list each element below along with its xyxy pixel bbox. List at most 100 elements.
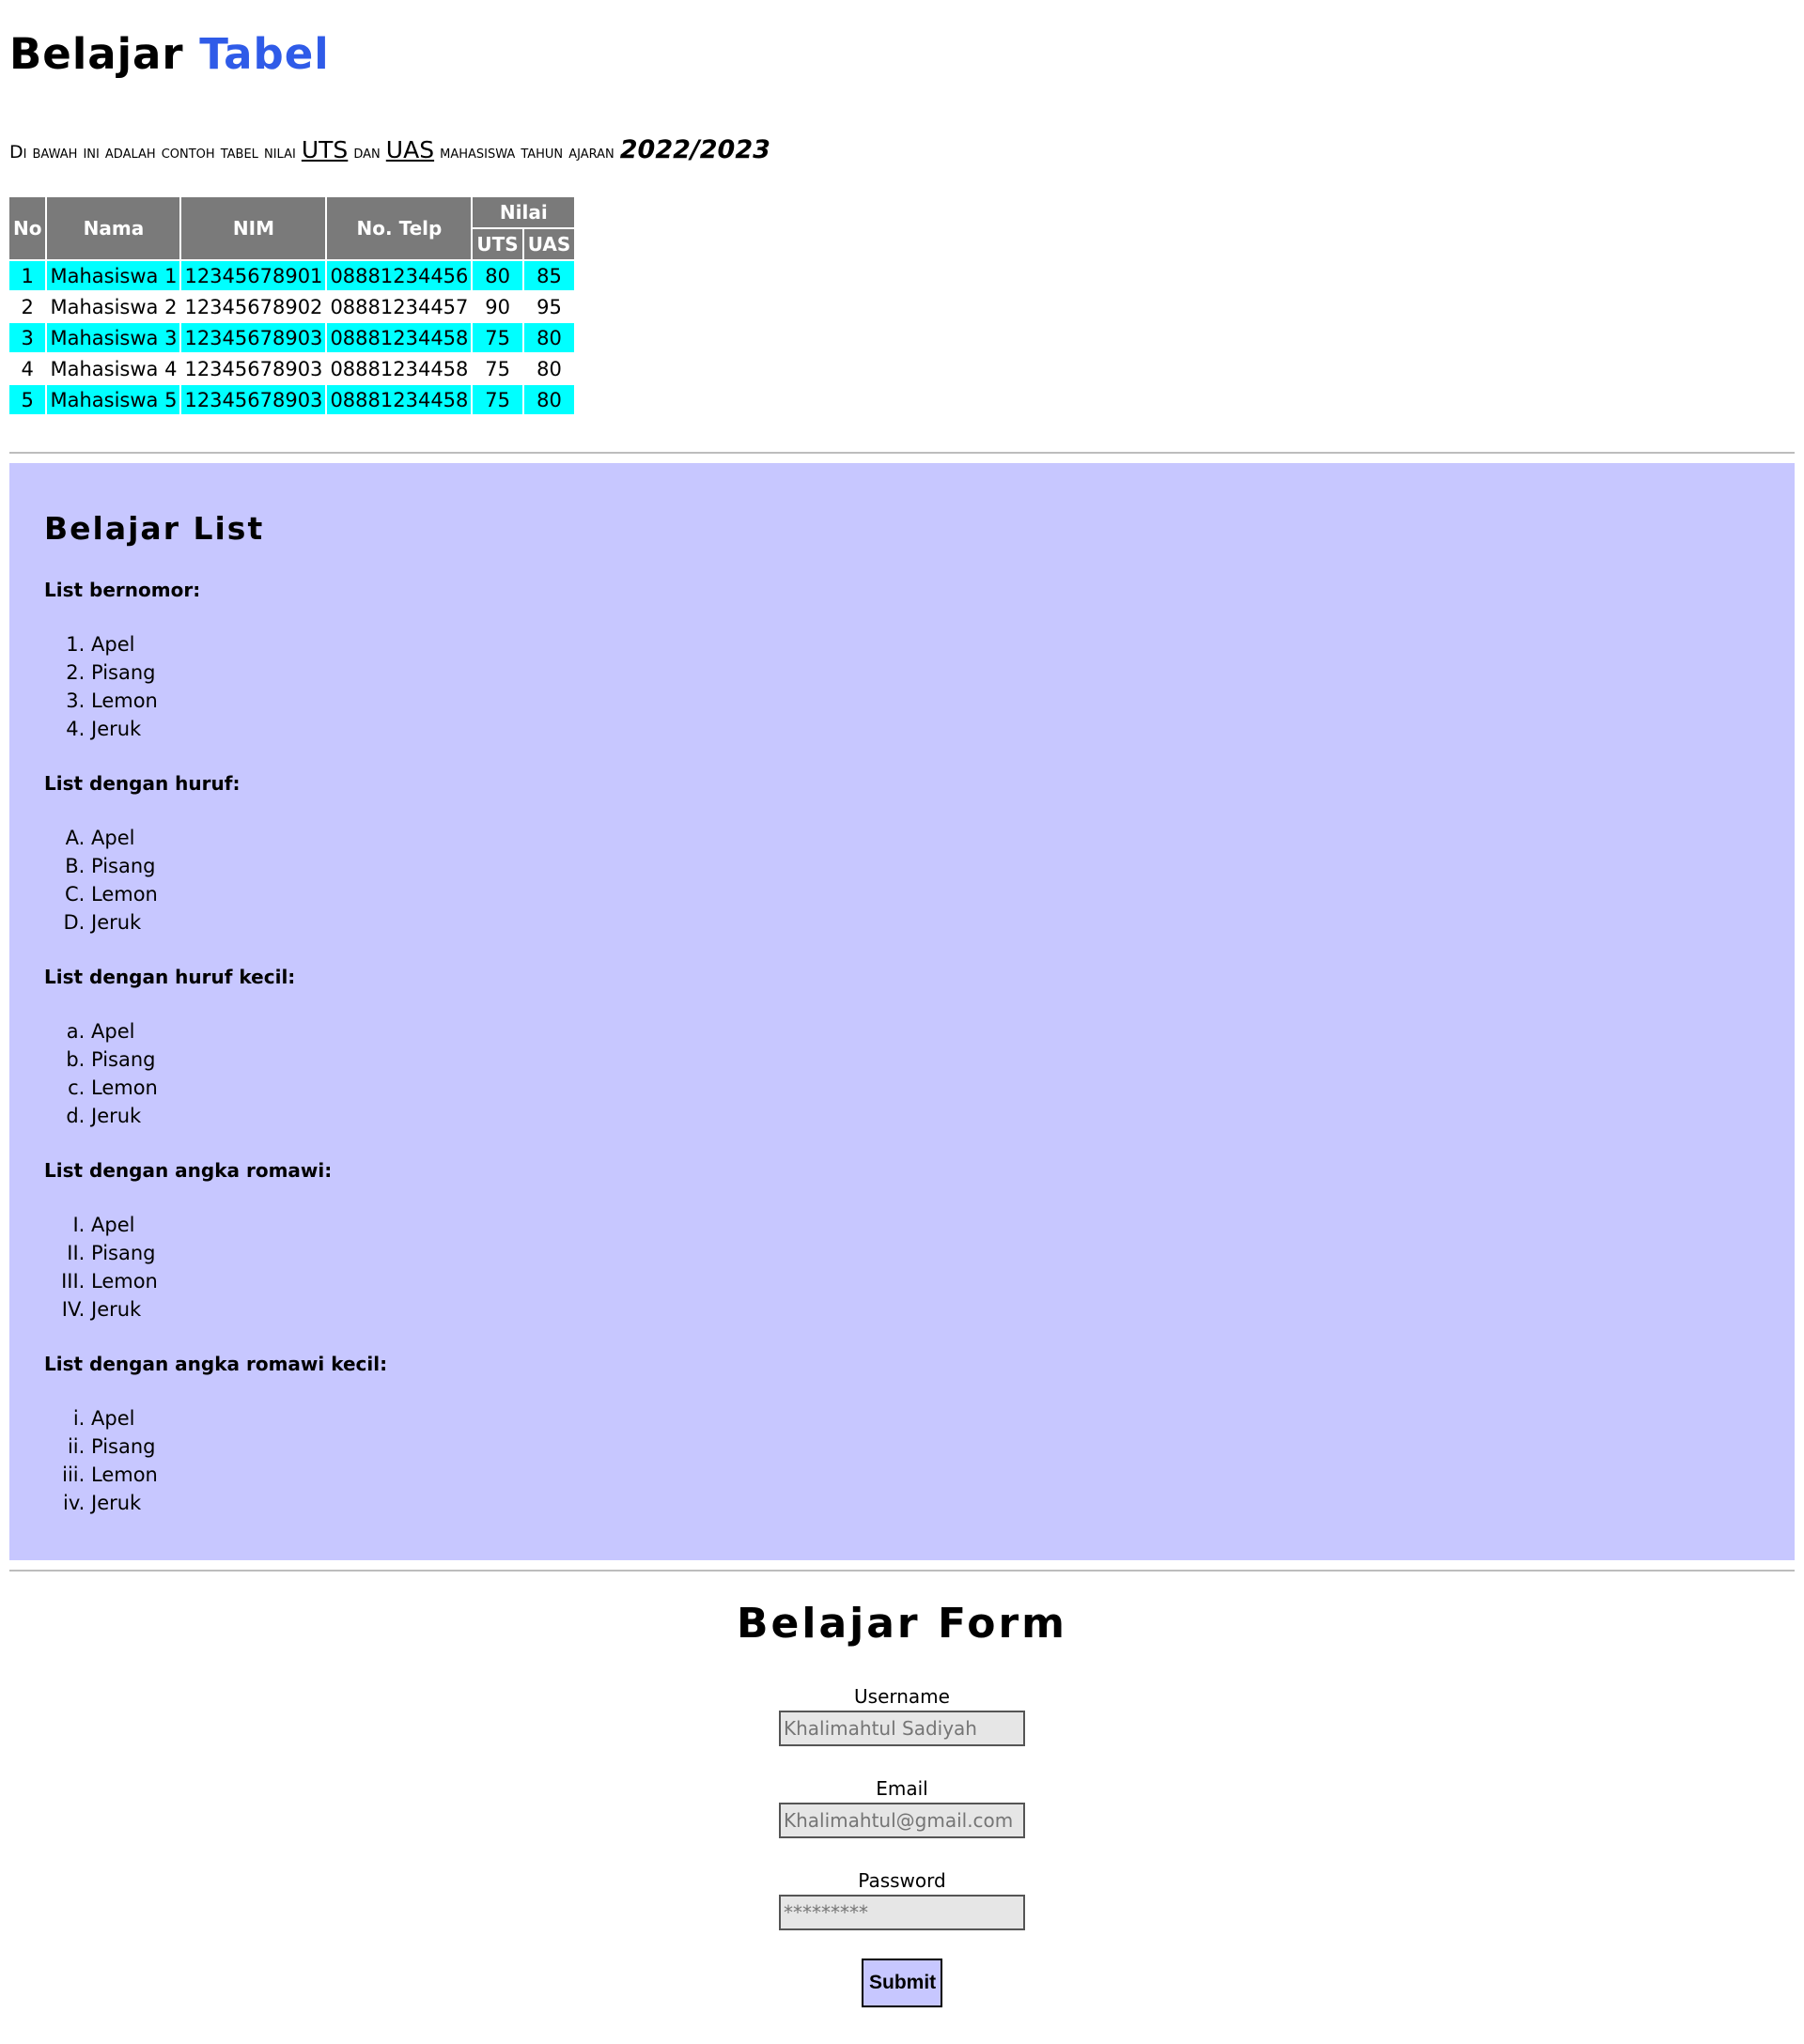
password-field-group: Password (9, 1868, 1795, 1930)
cell-nama: Mahasiswa 4 (50, 357, 178, 380)
username-input[interactable] (779, 1711, 1025, 1746)
list-item: Lemon (91, 880, 1760, 908)
page-title-accent: Tabel (199, 29, 330, 79)
upper-alpha-list: Apel Pisang Lemon Jeruk (44, 824, 1760, 937)
numbered-list: Apel Pisang Lemon Jeruk (44, 630, 1760, 743)
cell-no: 3 (9, 323, 46, 352)
header-uas: UAS (523, 229, 575, 259)
page-title-main: Belajar (9, 29, 184, 79)
list-item: Apel (91, 1211, 1760, 1239)
divider (9, 452, 1795, 454)
header-telp: No. Telp (327, 197, 472, 259)
table-header-row: No Nama NIM No. Telp Nilai (9, 197, 575, 259)
cell-uts: 80 (473, 261, 522, 290)
submit-button[interactable]: Submit (862, 1959, 942, 2007)
header-uts: UTS (473, 229, 522, 259)
cell-no: 4 (21, 357, 34, 380)
header-no: No (9, 197, 46, 259)
username-label: Username (854, 1685, 950, 1708)
list-item: Pisang (91, 1432, 1760, 1461)
header-nama: Nama (47, 197, 180, 259)
upper-roman-list: Apel Pisang Lemon Jeruk (44, 1211, 1760, 1324)
email-field-group: Email (9, 1776, 1795, 1838)
list-item: Apel (91, 630, 1760, 658)
cell-nim: 12345678902 (184, 295, 323, 318)
cell-nim: 12345678903 (181, 323, 326, 352)
cell-no: 1 (9, 261, 46, 290)
password-label: Password (858, 1869, 946, 1892)
cell-nim: 12345678903 (184, 357, 323, 380)
cell-uts: 75 (485, 357, 510, 380)
cell-no: 5 (9, 385, 46, 414)
list-heading-lower-roman: List dengan angka romawi kecil: (44, 1353, 388, 1375)
cell-uas: 85 (523, 261, 575, 290)
table-row: 4 Mahasiswa 4 12345678903 08881234458 75… (9, 354, 574, 383)
email-input[interactable] (779, 1803, 1025, 1838)
intro-text-1: Di bawah ini adalah contoh tabel nilai (9, 142, 296, 163)
form-title: Belajar Form (737, 1600, 1067, 1648)
cell-uts: 75 (473, 323, 522, 352)
list-item: Pisang (91, 1239, 1760, 1267)
cell-no: 2 (21, 295, 34, 318)
list-section-title: Belajar List (44, 510, 265, 547)
cell-uas: 95 (537, 295, 562, 318)
cell-uas: 80 (537, 357, 562, 380)
lower-alpha-list: Apel Pisang Lemon Jeruk (44, 1017, 1760, 1130)
list-item: Pisang (91, 852, 1760, 880)
list-item: Lemon (91, 1267, 1760, 1295)
cell-uas: 80 (523, 323, 575, 352)
list-item: Lemon (91, 1074, 1760, 1102)
list-item: Jeruk (91, 1489, 1760, 1517)
cell-uts: 75 (473, 385, 522, 414)
list-heading-upper-alpha: List dengan huruf: (44, 772, 241, 795)
list-heading-lower-alpha: List dengan huruf kecil: (44, 966, 296, 988)
cell-telp: 08881234458 (327, 385, 472, 414)
list-item: Jeruk (91, 1295, 1760, 1324)
cell-nama: Mahasiswa 2 (50, 295, 178, 318)
list-heading-numbered: List bernomor: (44, 579, 201, 601)
table-row: 5 Mahasiswa 5 12345678903 08881234458 75… (9, 385, 575, 414)
page-title: Belajar Tabel (9, 0, 1795, 81)
cell-telp: 08881234458 (327, 323, 472, 352)
table-row: 2 Mahasiswa 2 12345678902 08881234457 90… (9, 292, 574, 321)
cell-nama: Mahasiswa 1 (47, 261, 180, 290)
cell-telp: 08881234458 (330, 357, 469, 380)
cell-nama: Mahasiswa 3 (47, 323, 180, 352)
form-section: Belajar Form Username Email Password Sub… (9, 1572, 1795, 2007)
password-input[interactable] (779, 1895, 1025, 1930)
table-row: 1 Mahasiswa 1 12345678901 08881234456 80… (9, 261, 575, 290)
username-field-group: Username (9, 1684, 1795, 1746)
cell-telp: 08881234456 (327, 261, 472, 290)
table-row: 3 Mahasiswa 3 12345678903 08881234458 75… (9, 323, 575, 352)
list-item: Jeruk (91, 1102, 1760, 1130)
lower-roman-list: Apel Pisang Lemon Jeruk (44, 1404, 1760, 1517)
list-item: Pisang (91, 658, 1760, 687)
list-item: Jeruk (91, 715, 1760, 743)
intro-text: Di bawah ini adalah contoh tabel nilai U… (9, 133, 1795, 167)
list-item: Jeruk (91, 908, 1760, 937)
cell-nim: 12345678903 (181, 385, 326, 414)
grades-table: No Nama NIM No. Telp Nilai UTS UAS 1 Mah… (8, 195, 576, 416)
header-nim: NIM (181, 197, 326, 259)
list-item: Lemon (91, 687, 1760, 715)
list-section: Belajar List List bernomor: Apel Pisang … (9, 463, 1795, 1560)
cell-uts: 90 (485, 295, 510, 318)
list-item: Lemon (91, 1461, 1760, 1489)
list-item: Pisang (91, 1045, 1760, 1074)
cell-nim: 12345678901 (181, 261, 326, 290)
cell-uas: 80 (523, 385, 575, 414)
list-item: Apel (91, 1404, 1760, 1432)
cell-nama: Mahasiswa 5 (47, 385, 180, 414)
header-nilai: Nilai (473, 197, 575, 227)
email-label: Email (876, 1777, 928, 1800)
intro-text-3: mahasiswa tahun ajaran (440, 142, 614, 163)
intro-uas: UAS (385, 136, 435, 163)
signup-form: Username Email Password Submit (9, 1684, 1795, 2007)
list-item: Apel (91, 1017, 1760, 1045)
cell-telp: 08881234457 (330, 295, 469, 318)
intro-uts: UTS (301, 136, 349, 163)
intro-text-2: dan (353, 142, 381, 163)
intro-year: 2022/2023 (619, 135, 770, 164)
list-item: Apel (91, 824, 1760, 852)
list-heading-upper-roman: List dengan angka romawi: (44, 1159, 333, 1182)
